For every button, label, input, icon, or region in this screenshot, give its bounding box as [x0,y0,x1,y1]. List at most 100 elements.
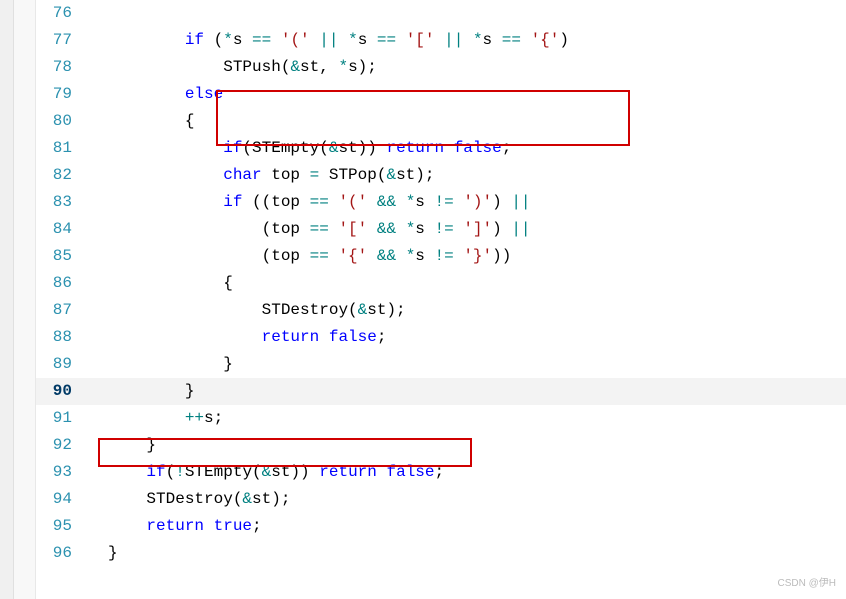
code-content[interactable]: if (*s == '(' || *s == '[' || *s == '{') [76,27,846,54]
code-line[interactable]: 87 STDestroy(&st); [36,297,846,324]
watermark-text: CSDN @伊H [778,574,837,589]
line-number: 88 [36,324,76,351]
code-token: * [338,58,348,76]
code-token: false [329,328,377,346]
code-line[interactable]: 78 STPush(&st, *s); [36,54,846,81]
code-content[interactable]: { [76,270,846,297]
code-token: '[' [406,31,435,49]
code-token [329,247,339,265]
code-token: ( [204,31,223,49]
code-content[interactable]: if ((top == '(' && *s != ')') || [76,189,846,216]
code-token [204,517,214,535]
code-token: ( [166,463,176,481]
code-content[interactable]: STPush(&st, *s); [76,54,846,81]
code-token: ; [252,517,262,535]
code-line[interactable]: 81 if(STEmpty(&st)) return false; [36,135,846,162]
code-token: ) [492,193,511,211]
code-lines[interactable]: 76 77 if (*s == '(' || *s == '[' || *s =… [36,0,846,567]
code-line[interactable]: 92 } [36,432,846,459]
breakpoint-gutter[interactable] [0,0,14,599]
code-token [521,31,531,49]
code-token: ++ [185,409,204,427]
code-token [396,31,406,49]
code-token: ')' [463,193,492,211]
code-content[interactable]: STDestroy(&st); [76,486,846,513]
code-token: '{' [338,247,367,265]
code-token: || [511,220,530,238]
code-line[interactable]: 76 [36,0,846,27]
code-line[interactable]: 85 (top == '{' && *s != '}')) [36,243,846,270]
code-content[interactable]: ++s; [76,405,846,432]
code-token [367,247,377,265]
code-line[interactable]: 79 else [36,81,846,108]
code-token [367,193,377,211]
code-line[interactable]: 84 (top == '[' && *s != ']') || [36,216,846,243]
line-number: 77 [36,27,76,54]
code-line[interactable]: 91 ++s; [36,405,846,432]
code-line[interactable]: 82 char top = STPop(&st); [36,162,846,189]
code-token: STPop( [319,166,386,184]
line-number: 81 [36,135,76,162]
code-content[interactable]: } [76,432,846,459]
code-token: (top [108,220,310,238]
code-line[interactable]: 96} [36,540,846,567]
code-content[interactable]: else [76,81,846,108]
code-line[interactable]: 86 { [36,270,846,297]
code-line[interactable]: 89 } [36,351,846,378]
code-token [338,31,348,49]
fold-gutter[interactable] [14,0,36,599]
code-token: st); [252,490,290,508]
code-token [329,220,339,238]
code-token: STPush( [108,58,290,76]
code-line[interactable]: 83 if ((top == '(' && *s != ')') || [36,189,846,216]
code-content[interactable]: } [76,378,846,405]
code-token: & [242,490,252,508]
code-token: s [415,193,434,211]
code-token: if [185,31,204,49]
code-token [319,328,329,346]
code-token [108,139,223,157]
code-content[interactable]: return false; [76,324,846,351]
code-content[interactable]: if(STEmpty(&st)) return false; [76,135,846,162]
code-token: * [223,31,233,49]
code-content[interactable]: if(!STEmpty(&st)) return false; [76,459,846,486]
code-token: * [406,247,416,265]
code-token: || [319,31,338,49]
code-content[interactable] [76,0,846,27]
code-token: && [377,193,396,211]
code-token: == [310,220,329,238]
code-editor[interactable]: 76 77 if (*s == '(' || *s == '[' || *s =… [0,0,846,599]
code-content[interactable]: } [76,540,846,567]
code-line[interactable]: 93 if(!STEmpty(&st)) return false; [36,459,846,486]
code-content[interactable]: { [76,108,846,135]
code-token [108,517,146,535]
code-line[interactable]: 80 { [36,108,846,135]
code-line[interactable]: 94 STDestroy(&st); [36,486,846,513]
code-token [108,31,185,49]
code-token: * [348,31,358,49]
code-token: '(' [338,193,367,211]
code-token: * [406,193,416,211]
code-token: (top [108,247,310,265]
code-token: && [377,247,396,265]
code-line[interactable]: 88 return false; [36,324,846,351]
code-token: == [377,31,396,49]
code-token: false [454,139,502,157]
code-token: ) [492,220,511,238]
code-line[interactable]: 77 if (*s == '(' || *s == '[' || *s == '… [36,27,846,54]
code-content[interactable]: } [76,351,846,378]
code-line[interactable]: 90 } [36,378,846,405]
code-token: ']' [463,220,492,238]
code-token [396,193,406,211]
code-content[interactable]: (top == '{' && *s != '}')) [76,243,846,270]
code-token: & [329,139,339,157]
code-line[interactable]: 95 return true; [36,513,846,540]
line-number: 92 [36,432,76,459]
code-content[interactable]: (top == '[' && *s != ']') || [76,216,846,243]
code-token: ; [502,139,512,157]
code-token: * [473,31,483,49]
code-content[interactable]: return true; [76,513,846,540]
code-content[interactable]: STDestroy(&st); [76,297,846,324]
code-content[interactable]: char top = STPop(&st); [76,162,846,189]
code-token: = [310,166,320,184]
